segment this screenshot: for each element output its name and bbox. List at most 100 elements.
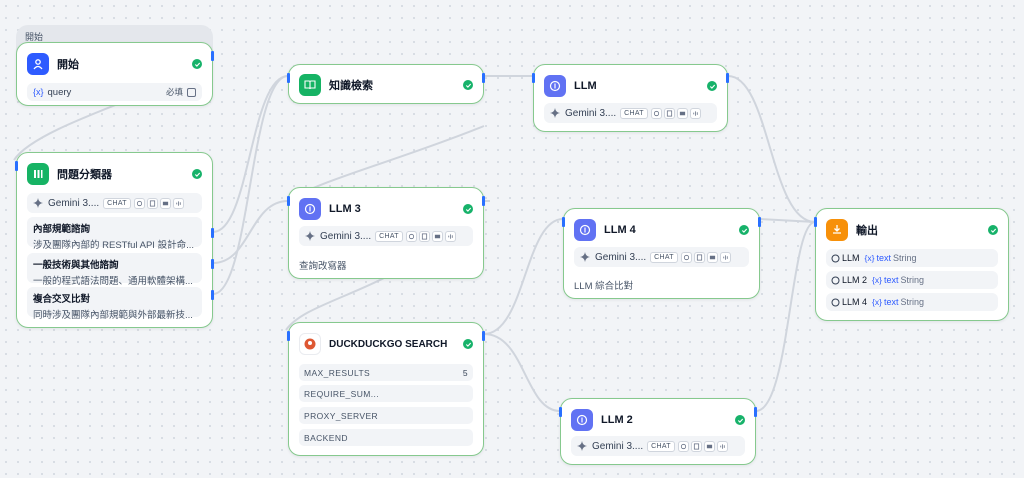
vision-icon	[677, 440, 689, 452]
param-max-results[interactable]: MAX_RESULTS 5	[299, 364, 473, 381]
node-title: DUCKDUCKGO SEARCH	[329, 338, 448, 350]
class-item[interactable]: 內部規範諮詢 涉及團隊內部的 RESTful API 設計命...	[27, 217, 202, 251]
output-handle[interactable]	[482, 331, 485, 341]
input-handle[interactable]	[287, 73, 290, 83]
source-node-name: LLM 2	[842, 275, 868, 285]
document-icon	[693, 251, 705, 263]
success-check-icon	[739, 225, 749, 235]
class-title: 一般技術與其他諮詢	[33, 260, 119, 271]
model-selector[interactable]: Gemini 3.... CHAT	[299, 226, 473, 246]
param-name: BACKEND	[304, 432, 348, 443]
class-output-handle[interactable]	[211, 290, 214, 300]
gemini-sparkle-icon	[550, 108, 560, 118]
llm4-node[interactable]: LLM 4 Gemini 3.... CHAT LLM 綜合比對	[562, 208, 761, 299]
gemini-sparkle-icon	[577, 441, 587, 451]
knowledge-retrieval-node[interactable]: 知識檢索	[287, 64, 485, 104]
param-value: 5	[462, 367, 468, 378]
output-icon	[826, 219, 848, 241]
edge-llm2-to-output	[755, 221, 816, 412]
input-handle[interactable]	[559, 407, 562, 417]
input-handle[interactable]	[287, 196, 290, 206]
llm-icon	[574, 219, 596, 241]
output-variable-row[interactable]: LLM {x} text String	[826, 249, 998, 267]
model-mode-chip: CHAT	[650, 251, 678, 263]
variable-icon: {x}	[33, 87, 44, 97]
param-proxy-server[interactable]: PROXY_SERVER	[299, 407, 473, 424]
start-node[interactable]: 開始 {x} query 必填	[16, 42, 214, 106]
input-handle[interactable]	[814, 217, 817, 227]
vision-icon	[650, 107, 662, 119]
source-node-name: LLM 4	[842, 297, 868, 307]
node-title: LLM 4	[604, 224, 636, 236]
success-check-icon	[463, 204, 473, 214]
success-check-icon	[735, 415, 745, 425]
variable-name: query	[47, 86, 72, 98]
audio-icon	[689, 107, 701, 119]
variable-name: text	[883, 275, 899, 285]
success-check-icon	[463, 339, 473, 349]
model-selector[interactable]: Gemini 3.... CHAT	[27, 193, 202, 213]
class-output-handle[interactable]	[211, 228, 214, 238]
text-input-type-icon	[187, 87, 196, 97]
question-classifier-node[interactable]: 問題分類器 Gemini 3.... CHAT 內部規範諮詢 涉及團隊內部的 R…	[15, 152, 214, 328]
node-description: LLM 綜合比對	[574, 281, 634, 292]
output-node[interactable]: 輸出 LLM {x} text String LLM 2 {x} text St…	[814, 208, 1009, 321]
duckduckgo-search-node[interactable]: DUCKDUCKGO SEARCH MAX_RESULTS 5 REQUIRE_…	[287, 322, 485, 456]
model-selector[interactable]: Gemini 3.... CHAT	[571, 436, 745, 456]
video-icon	[706, 251, 718, 263]
output-handle[interactable]	[482, 73, 485, 83]
vision-icon	[680, 251, 692, 263]
edge-llm-to-output	[727, 75, 816, 223]
gemini-sparkle-icon	[33, 198, 43, 208]
input-handle[interactable]	[287, 331, 290, 341]
node-title: LLM	[574, 80, 597, 92]
input-handle[interactable]	[562, 217, 565, 227]
model-mode-chip: CHAT	[647, 440, 675, 452]
output-handle[interactable]	[754, 407, 757, 417]
param-require-summary[interactable]: REQUIRE_SUM...	[299, 385, 473, 402]
model-name: Gemini 3....	[595, 251, 647, 263]
class-description: 涉及團隊內部的 RESTful API 設計命...	[33, 240, 194, 251]
class-title: 複合交叉比對	[33, 294, 91, 305]
output-variable-row[interactable]: LLM 2 {x} text String	[826, 271, 998, 289]
model-name: Gemini 3....	[320, 230, 372, 242]
video-icon	[431, 230, 443, 242]
llm3-node[interactable]: LLM 3 Gemini 3.... CHAT 查詢改寫器	[287, 187, 485, 279]
home-icon	[27, 53, 49, 75]
param-backend[interactable]: BACKEND	[299, 429, 473, 446]
video-icon	[676, 107, 688, 119]
llm-small-icon	[831, 276, 840, 284]
node-title: 輸出	[856, 225, 878, 237]
model-name: Gemini 3....	[565, 107, 617, 119]
audio-icon	[716, 440, 728, 452]
input-handle[interactable]	[15, 161, 18, 171]
video-icon	[159, 197, 171, 209]
node-title: LLM 2	[601, 414, 633, 426]
success-check-icon	[707, 81, 717, 91]
gemini-sparkle-icon	[580, 252, 590, 262]
class-output-handle[interactable]	[211, 259, 214, 269]
duckduckgo-icon	[299, 333, 321, 355]
llm-node[interactable]: LLM Gemini 3.... CHAT	[532, 64, 729, 132]
output-variable-row[interactable]: LLM 4 {x} text String	[826, 293, 998, 311]
node-title: LLM 3	[329, 203, 361, 215]
input-handle[interactable]	[532, 73, 535, 83]
llm2-node[interactable]: LLM 2 Gemini 3.... CHAT	[559, 398, 757, 465]
class-item[interactable]: 一般技術與其他諮詢 一般的程式語法問題、通用軟體架構...	[27, 253, 202, 287]
class-item[interactable]: 複合交叉比對 同時涉及團隊內部規範與外部最新技...	[27, 287, 202, 321]
edge-llm4-to-output	[759, 218, 816, 223]
output-handle[interactable]	[211, 51, 214, 61]
audio-icon	[444, 230, 456, 242]
output-handle[interactable]	[758, 217, 761, 227]
output-handle[interactable]	[482, 196, 485, 206]
gemini-sparkle-icon	[305, 231, 315, 241]
audio-icon	[172, 197, 184, 209]
output-handle[interactable]	[726, 73, 729, 83]
param-name: MAX_RESULTS	[304, 367, 371, 378]
model-selector[interactable]: Gemini 3.... CHAT	[574, 247, 749, 267]
start-variable-query[interactable]: {x} query 必填	[27, 83, 202, 101]
model-selector[interactable]: Gemini 3.... CHAT	[544, 103, 717, 123]
classifier-icon	[27, 163, 49, 185]
variable-type: String	[900, 297, 924, 307]
vision-icon	[133, 197, 145, 209]
